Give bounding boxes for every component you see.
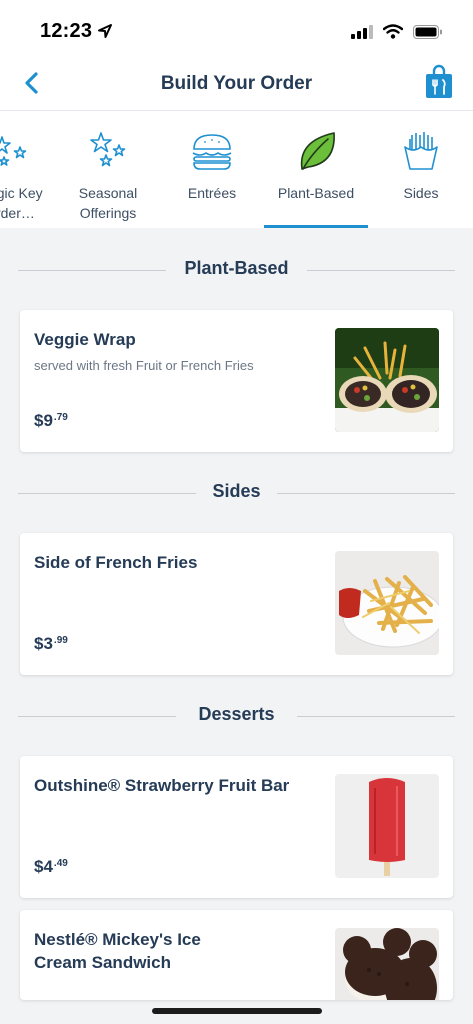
selected-tab-indicator [264,225,368,228]
item-price: $3.99 [34,634,68,653]
section-title: Plant-Based [184,258,289,278]
tab-label: Magic Key Order… [0,185,43,221]
item-description: served with fresh Fruit or French Fries [34,358,254,373]
item-name: Side of French Fries [34,553,198,572]
tab-label: Plant-Based [277,185,355,201]
tab-label: Entrées [187,185,237,201]
cellular-signal-icon [351,24,373,39]
item-price: $4.49 [34,857,68,876]
french-fries-image [335,551,439,655]
status-time: 12:23 [40,20,93,42]
tab-magic-key-order[interactable]: Magic Key Order… [0,111,60,228]
ice-cream-sandwich-image [335,928,439,1000]
page-title: Build Your Order [160,73,313,94]
menu-item-veggie-wrap[interactable]: Veggie Wrap served with fresh Fruit or F… [20,310,453,452]
menu-item-strawberry-fruit-bar[interactable]: Outshine® Strawberry Fruit Bar $4.49 [20,756,453,898]
battery-icon [413,24,442,39]
item-name: Nestlé® Mickey's Ice Cream Sandwich [34,930,201,972]
veggie-wrap-image [335,328,439,432]
menu-item-mickey-ice-cream-sandwich[interactable]: Nestlé® Mickey's Ice Cream Sandwich [20,910,453,1000]
tab-plant-based[interactable]: Plant-Based [264,111,368,228]
item-price: $9.79 [34,411,68,430]
leaf-icon [300,132,335,170]
section-header-sides: Sides [18,481,455,505]
section-header-plant-based: Plant-Based [18,258,455,282]
category-tabs: Magic Key Order… Seasonal Offerings Entr… [0,110,473,228]
item-name: Outshine® Strawberry Fruit Bar [34,776,290,795]
tab-label: Sides [403,185,439,201]
stars-icon [90,132,126,167]
section-title: Desserts [198,704,275,724]
home-indicator[interactable] [152,1008,322,1014]
fruit-bar-image [335,774,439,878]
shopping-bag-icon[interactable] [425,64,453,100]
burger-icon [192,134,232,170]
status-bar: 12:23 [0,0,473,60]
section-header-desserts: Desserts [18,704,455,728]
menu-item-side-of-french-fries[interactable]: Side of French Fries $3.99 [20,533,453,675]
tab-sides[interactable]: Sides [385,111,457,228]
tab-seasonal-offerings[interactable]: Seasonal Offerings [62,111,154,228]
tab-entrees[interactable]: Entrées [170,111,254,228]
tab-label: Seasonal Offerings [78,185,138,221]
section-title: Sides [212,481,261,501]
fries-icon [404,132,438,170]
location-arrow-icon [98,24,112,38]
stars-icon [0,136,27,166]
item-name: Veggie Wrap [34,330,136,349]
header: Build Your Order [0,60,473,110]
wifi-icon [383,24,403,39]
